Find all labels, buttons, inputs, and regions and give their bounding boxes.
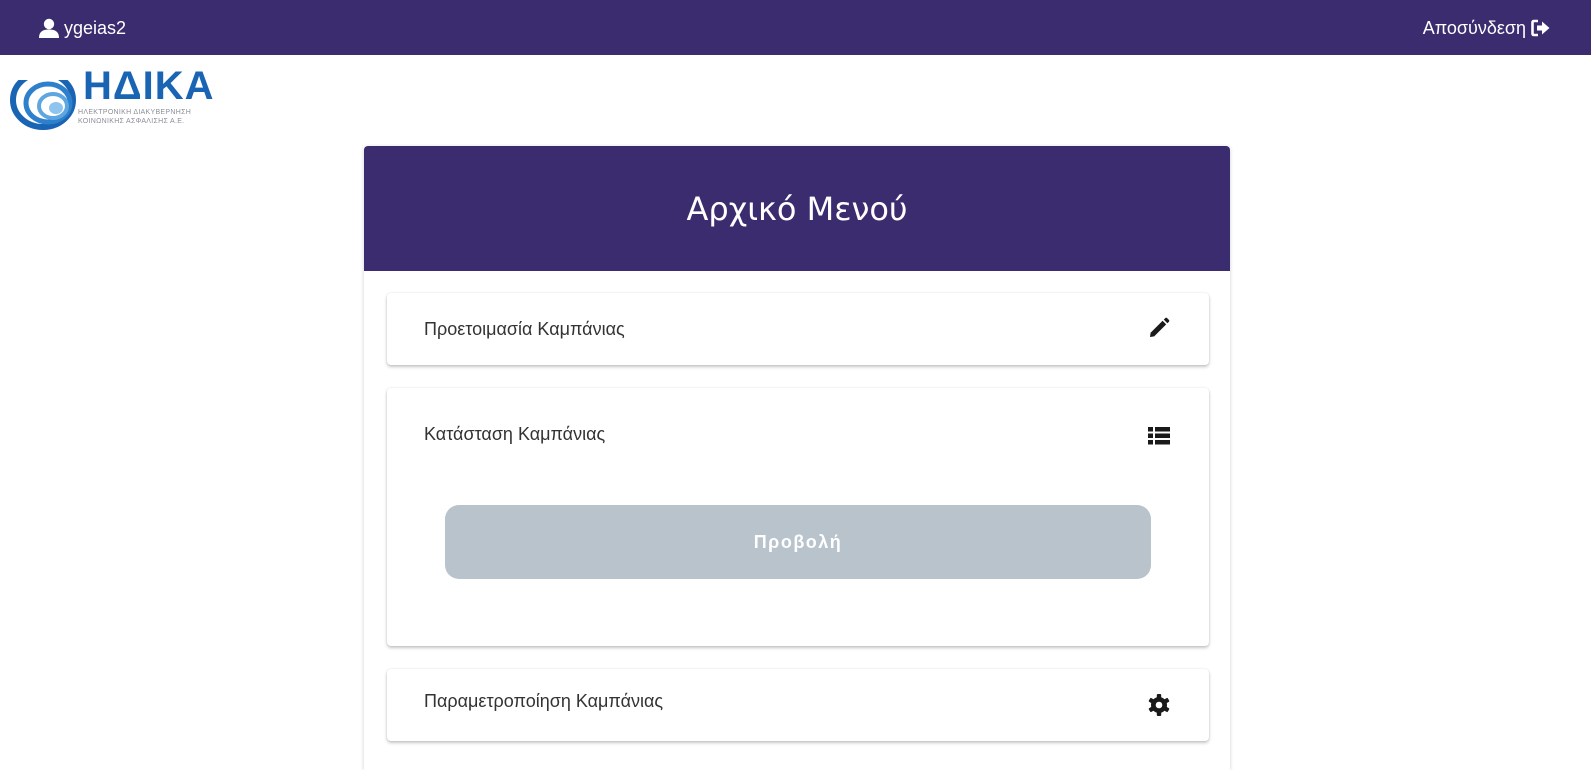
logout-button[interactable]: Αποσύνδεση [1423, 16, 1551, 40]
gear-icon[interactable] [1147, 693, 1171, 717]
user-icon [39, 18, 59, 38]
page-title: Αρχικό Μενού [686, 189, 908, 228]
logo-wordmark: ΗΔΙΚΑ [83, 64, 215, 108]
user-info: ygeias2 [38, 16, 126, 40]
logo-subtitle: ΗΛΕΚΤΡΟΝΙΚΗ ΔΙΑΚΥΒΕΡΝΗΣΗ ΚΟΙΝΩΝΙΚΗΣ ΑΣΦΑ… [78, 108, 191, 126]
logout-label: Αποσύνδεση [1422, 17, 1526, 38]
card-title: Κατάσταση Καμπάνιας [424, 424, 606, 444]
card-title: Προετοιμασία Καμπάνιας [424, 319, 625, 339]
view-button[interactable]: Προβολή [445, 505, 1151, 579]
card-title: Παραμετροποίηση Καμπάνιας [424, 691, 664, 711]
pencil-icon[interactable] [1147, 316, 1171, 340]
main-menu-panel: Αρχικό Μενού Προετοιμασία Καμπάνιας Κατά… [364, 146, 1230, 770]
logout-icon [1531, 19, 1550, 37]
panel-header: Αρχικό Μενού [364, 146, 1230, 271]
menu-card-campaign-preparation[interactable]: Προετοιμασία Καμπάνιας [387, 293, 1209, 365]
top-bar: ygeias2 Αποσύνδεση [0, 0, 1591, 55]
logo-subtitle-line2: ΚΟΙΝΩΝΙΚΗΣ ΑΣΦΑΛΙΣΗΣ Α.Ε. [78, 118, 185, 125]
hdika-logo: ΗΔΙΚΑ ΗΛΕΚΤΡΟΝΙΚΗ ΔΙΑΚΥΒΕΡΝΗΣΗ ΚΟΙΝΩΝΙΚΗ… [10, 66, 240, 130]
logo-subtitle-line1: ΗΛΕΚΤΡΟΝΙΚΗ ΔΙΑΚΥΒΕΡΝΗΣΗ [78, 109, 192, 116]
list-icon [1147, 424, 1171, 448]
menu-card-campaign-settings[interactable]: Παραμετροποίηση Καμπάνιας [387, 669, 1209, 741]
username: ygeias2 [64, 17, 127, 38]
logo-swirl-icon [10, 66, 76, 130]
menu-card-campaign-status: Κατάσταση Καμπάνιας Προβολή [387, 388, 1209, 646]
